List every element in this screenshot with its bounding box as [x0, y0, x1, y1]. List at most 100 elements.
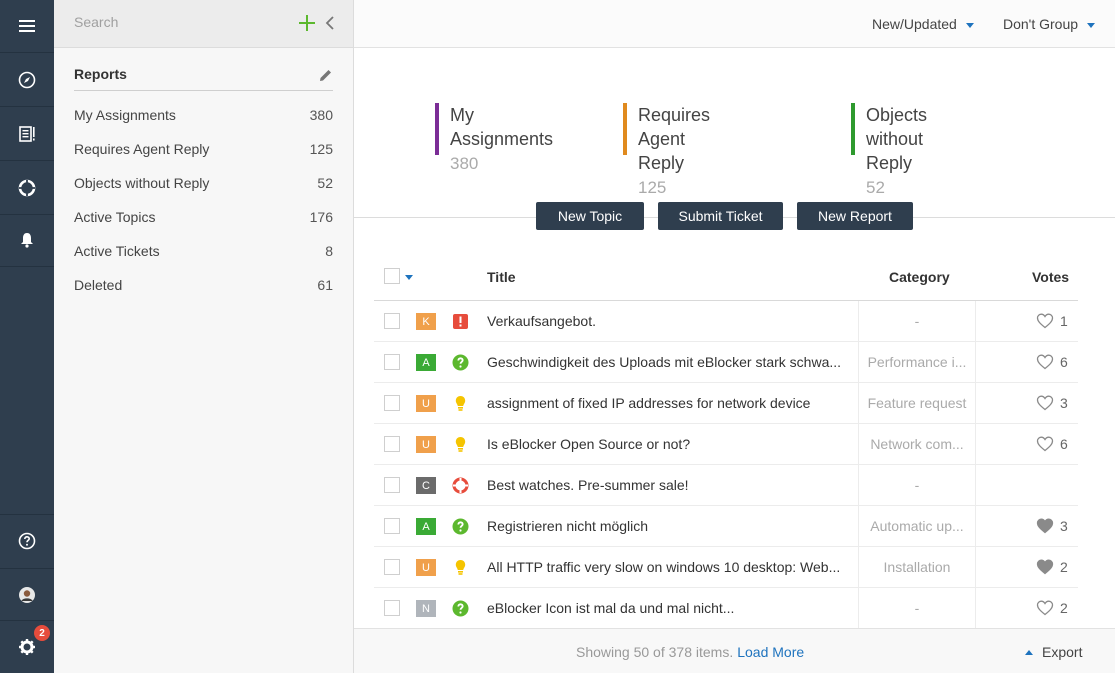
submit-ticket-button[interactable]: Submit Ticket [658, 202, 783, 230]
main-toolbar: New/Updated Don't Group [354, 0, 1115, 48]
table-row[interactable]: UAll HTTP traffic very slow on windows 1… [374, 547, 1078, 588]
row-checkbox[interactable] [384, 600, 400, 616]
chevron-down-icon[interactable] [405, 275, 413, 280]
report-item-active-tickets[interactable]: Active Tickets8 [74, 234, 333, 268]
reports-title: Reports [74, 66, 127, 82]
heart-icon[interactable] [1036, 394, 1054, 411]
row-title[interactable]: Is eBlocker Open Source or not? [487, 436, 842, 452]
table-footer: Showing 50 of 378 items.Load More Export [354, 628, 1115, 673]
stat-my-assignments[interactable]: My Assignments 380 [435, 103, 553, 155]
topics-icon [18, 125, 36, 143]
row-category: Performance i... [858, 342, 976, 382]
report-item-my-assignments[interactable]: My Assignments 380 [74, 98, 333, 132]
heart-icon[interactable] [1036, 517, 1054, 534]
pencil-icon[interactable] [318, 68, 333, 83]
question-icon [452, 354, 469, 371]
heart-icon[interactable] [1036, 599, 1054, 616]
row-title[interactable]: All HTTP traffic very slow on windows 10… [487, 559, 842, 575]
topics-button[interactable] [0, 108, 54, 161]
heart-icon[interactable] [1036, 435, 1054, 452]
row-category: - [858, 588, 976, 628]
row-checkbox[interactable] [384, 313, 400, 329]
row-category: Network com... [858, 424, 976, 464]
row-title[interactable]: Verkaufsangebot. [487, 313, 842, 329]
profile-button[interactable] [0, 568, 54, 621]
reports-list: My Assignments 380 Requires Agent Reply12… [74, 98, 333, 302]
table-row[interactable]: Uassignment of fixed IP addresses for ne… [374, 383, 1078, 424]
row-title[interactable]: eBlocker Icon ist mal da und mal nicht..… [487, 600, 842, 616]
question-icon [452, 518, 469, 535]
table-row[interactable]: NeBlocker Icon ist mal da und mal nicht.… [374, 588, 1078, 629]
stat-objects-without-reply[interactable]: Objects without Reply 52 [851, 103, 927, 155]
report-count: 176 [310, 209, 333, 225]
column-category[interactable]: Category [889, 269, 950, 285]
vote-count: 3 [1060, 395, 1068, 411]
select-all-checkbox[interactable] [384, 268, 400, 284]
vote-count: 2 [1060, 600, 1068, 616]
bell-icon [18, 231, 36, 249]
row-title[interactable]: Best watches. Pre-summer sale! [487, 477, 842, 493]
table-row[interactable]: CBest watches. Pre-summer sale!- [374, 465, 1078, 506]
heart-icon[interactable] [1036, 353, 1054, 370]
report-item-objects-without-reply[interactable]: Objects without Reply52 [74, 166, 333, 200]
explore-button[interactable] [0, 54, 54, 107]
heart-icon[interactable] [1036, 312, 1054, 329]
row-checkbox[interactable] [384, 436, 400, 452]
tickets-button[interactable] [0, 162, 54, 215]
menu-icon [18, 17, 36, 35]
row-votes: 6 [1036, 435, 1068, 452]
group-dropdown[interactable]: Don't Group [1003, 16, 1095, 32]
row-votes: 3 [1036, 394, 1068, 411]
lightbulb-icon [452, 559, 469, 576]
vote-count: 1 [1060, 313, 1068, 329]
vote-count: 3 [1060, 518, 1068, 534]
report-item-deleted[interactable]: Deleted61 [74, 268, 333, 302]
report-label: Objects without Reply [74, 175, 209, 191]
row-checkbox[interactable] [384, 395, 400, 411]
row-category: - [858, 465, 976, 505]
row-title[interactable]: Registrieren nicht möglich [487, 518, 842, 534]
load-more-link[interactable]: Load More [737, 644, 804, 660]
row-category: Feature request [858, 383, 976, 423]
column-votes[interactable]: Votes [1032, 269, 1069, 285]
sort-dropdown-label: New/Updated [872, 16, 957, 32]
avatar-icon [18, 586, 36, 604]
export-button[interactable]: Export [1025, 644, 1082, 660]
report-count: 380 [310, 107, 333, 123]
new-report-button[interactable]: New Report [797, 202, 913, 230]
stat-requires-agent-reply[interactable]: Requires Agent Reply 125 [623, 103, 710, 155]
vote-count: 2 [1060, 559, 1068, 575]
help-button[interactable] [0, 514, 54, 567]
report-item-requires-agent-reply[interactable]: Requires Agent Reply125 [74, 132, 333, 166]
pagination-info: Showing 50 of 378 items.Load More [576, 644, 804, 660]
column-title[interactable]: Title [487, 269, 516, 285]
row-checkbox[interactable] [384, 354, 400, 370]
table-row[interactable]: KVerkaufsangebot.-1 [374, 301, 1078, 342]
chevron-up-icon [1025, 650, 1033, 655]
row-checkbox[interactable] [384, 518, 400, 534]
report-label: My Assignments [74, 107, 176, 123]
report-item-active-topics[interactable]: Active Topics176 [74, 200, 333, 234]
notifications-button[interactable] [0, 214, 54, 267]
report-label: Deleted [74, 277, 122, 293]
table-row[interactable]: ARegistrieren nicht möglichAutomatic up.… [374, 506, 1078, 547]
stat-label: Objects without Reply [866, 103, 927, 175]
row-checkbox[interactable] [384, 477, 400, 493]
row-votes: 3 [1036, 517, 1068, 534]
chevron-left-icon[interactable] [324, 15, 336, 31]
new-topic-button[interactable]: New Topic [536, 202, 644, 230]
table-row[interactable]: AGeschwindigkeit des Uploads mit eBlocke… [374, 342, 1078, 383]
search-input[interactable] [74, 14, 274, 30]
showing-text: Showing 50 of 378 items. [576, 644, 733, 660]
question-icon [452, 600, 469, 617]
sort-dropdown[interactable]: New/Updated [872, 16, 974, 32]
menu-button[interactable] [0, 0, 54, 53]
report-count: 125 [310, 141, 333, 157]
heart-icon[interactable] [1036, 558, 1054, 575]
row-votes: 6 [1036, 353, 1068, 370]
row-title[interactable]: Geschwindigkeit des Uploads mit eBlocker… [487, 354, 842, 370]
row-title[interactable]: assignment of fixed IP addresses for net… [487, 395, 842, 411]
plus-icon[interactable] [297, 13, 317, 33]
row-checkbox[interactable] [384, 559, 400, 575]
table-row[interactable]: UIs eBlocker Open Source or not?Network … [374, 424, 1078, 465]
